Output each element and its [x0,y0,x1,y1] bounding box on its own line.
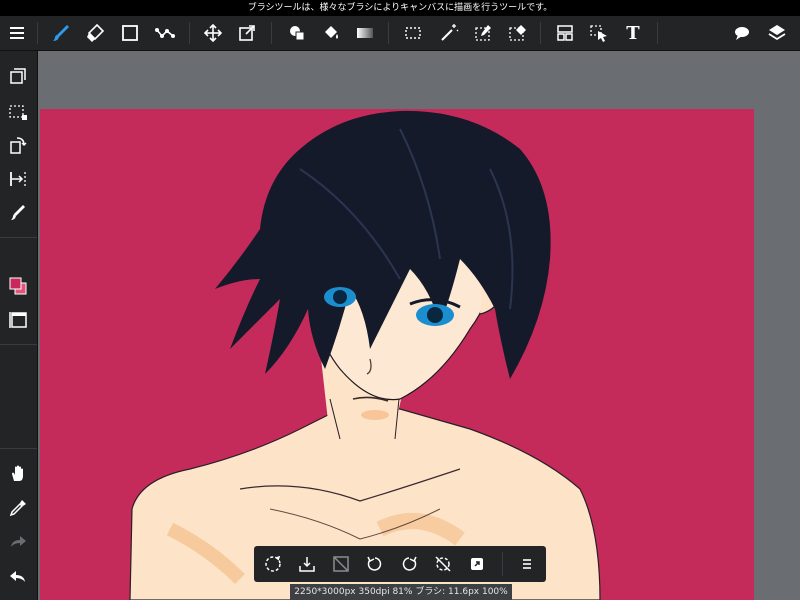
text-tool-label: T [626,22,640,44]
paint-bucket-icon[interactable] [316,18,346,48]
rotate-canvas-icon[interactable] [4,131,32,159]
redo-icon[interactable] [4,528,32,556]
reset-view-icon[interactable] [259,550,287,578]
dot-brush-icon[interactable] [150,18,180,48]
undo-icon[interactable] [4,563,32,591]
select-eraser-icon[interactable] [502,18,532,48]
layers-icon[interactable] [762,18,792,48]
panel-icon[interactable] [4,306,32,334]
speech-bubble-icon[interactable] [727,18,757,48]
top-toolbar: T [0,16,800,51]
brush-small-icon[interactable] [4,199,32,227]
hand-icon[interactable] [4,459,32,487]
eyedropper-icon[interactable] [4,494,32,522]
select-pen-icon[interactable] [468,18,498,48]
rotate-cw-icon[interactable] [395,550,423,578]
no-rotate-icon[interactable] [429,550,457,578]
flip-icon[interactable] [327,550,355,578]
color-swatch-icon[interactable] [4,272,32,300]
bottom-toolbar [254,546,546,582]
import-icon[interactable] [293,550,321,578]
rotate-ccw-icon[interactable] [361,550,389,578]
drawing-canvas[interactable] [40,109,754,600]
fill-shape-icon[interactable] [282,18,312,48]
transform-icon[interactable] [232,18,262,48]
gradient-icon[interactable] [350,18,380,48]
magic-wand-icon[interactable] [434,18,464,48]
left-toolbar [0,51,38,600]
cursor-select-icon[interactable] [584,18,614,48]
snap-icon[interactable] [4,165,32,193]
brush-icon[interactable] [46,18,76,48]
bottom-menu-icon[interactable] [513,550,541,578]
hamburger-icon[interactable] [2,18,32,48]
fullscreen-icon[interactable] [463,550,491,578]
selection-icon[interactable] [4,98,32,126]
text-icon[interactable]: T [618,18,648,48]
artwork-illustration [129,110,601,600]
canvas-area[interactable] [38,51,800,600]
move-icon[interactable] [198,18,228,48]
canvas-info: 2250*3000px 350dpi 81% ブラシ: 11.6px 100% [290,584,512,600]
copy-layers-icon[interactable] [4,62,32,90]
frame-icon[interactable] [550,18,580,48]
square-icon[interactable] [115,18,145,48]
marquee-icon[interactable] [398,18,428,48]
eraser-icon[interactable] [80,18,110,48]
status-message: ブラシツールは、様々なブラシによりキャンバスに描画を行うツールです。 [0,0,800,16]
